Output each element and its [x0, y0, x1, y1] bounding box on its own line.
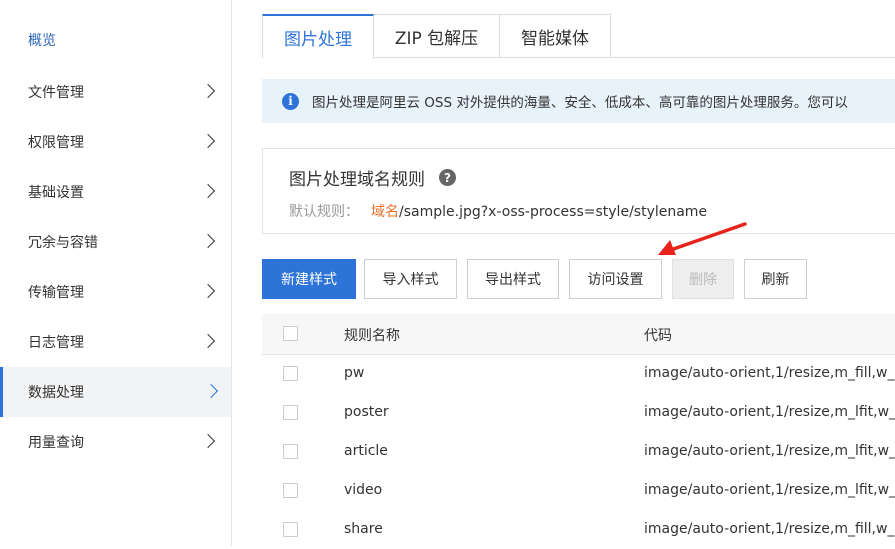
- sidebar-item-permission-management[interactable]: 权限管理: [0, 117, 231, 167]
- tab-bar: 图片处理 ZIP 包解压 智能媒体: [262, 14, 611, 58]
- row-checkbox[interactable]: [283, 483, 298, 498]
- sidebar-item-label: 传输管理: [28, 285, 84, 301]
- sidebar-item-redundancy[interactable]: 冗余与容错: [0, 217, 231, 267]
- info-text: 图片处理是阿里云 OSS 对外提供的海量、安全、低成本、高可靠的图片处理服务。您…: [312, 95, 848, 111]
- chevron-right-icon: [200, 333, 216, 349]
- sidebar-item-transfer-management[interactable]: 传输管理: [0, 267, 231, 317]
- table-row: video image/auto-orient,1/resize,m_lfit,…: [262, 471, 895, 510]
- chevron-right-icon: [200, 183, 216, 199]
- chevron-right-icon: [200, 133, 216, 149]
- sidebar-item-usage-query[interactable]: 用量查询: [0, 417, 231, 467]
- export-style-button[interactable]: 导出样式: [467, 259, 559, 299]
- table-row: share image/auto-orient,1/resize,m_fill,…: [262, 510, 895, 549]
- code-cell: image/auto-orient,1/resize,m_lfit,w_: [644, 443, 895, 459]
- rule-name-cell: video: [344, 482, 383, 498]
- chevron-right-icon: [200, 233, 216, 249]
- sidebar-item-label: 基础设置: [28, 185, 84, 201]
- sidebar-item-basic-settings[interactable]: 基础设置: [0, 167, 231, 217]
- domain-rule-panel: 图片处理域名规则 ? 默认规则： 域名/sample.jpg?x-oss-proc…: [262, 148, 895, 234]
- code-cell: image/auto-orient,1/resize,m_fill,w_: [644, 521, 895, 537]
- sidebar-item-data-processing[interactable]: 数据处理: [0, 367, 231, 417]
- access-settings-button[interactable]: 访问设置: [569, 259, 662, 299]
- row-checkbox[interactable]: [283, 405, 298, 420]
- tab-label: 智能媒体: [521, 28, 589, 49]
- column-header-code: 代码: [644, 328, 672, 344]
- table-row: article image/auto-orient,1/resize,m_lfi…: [262, 432, 895, 471]
- chevron-right-icon: [200, 283, 216, 299]
- new-style-button[interactable]: 新建样式: [262, 259, 356, 299]
- delete-button[interactable]: 删除: [672, 259, 734, 299]
- default-rule-label: 默认规则：: [289, 204, 359, 220]
- sidebar-item-label: 冗余与容错: [28, 235, 98, 251]
- tab-label: ZIP 包解压: [394, 28, 479, 49]
- code-cell: image/auto-orient,1/resize,m_fill,w_: [644, 365, 895, 381]
- sidebar-item-label: 权限管理: [28, 135, 84, 151]
- sidebar-item-label: 文件管理: [28, 85, 84, 101]
- row-checkbox[interactable]: [283, 366, 298, 381]
- table-header: 规则名称 代码: [262, 314, 895, 355]
- rule-name-cell: article: [344, 443, 388, 459]
- rule-name-cell: poster: [344, 404, 389, 420]
- chevron-right-icon: [200, 433, 216, 449]
- rule-domain: 域名: [371, 204, 399, 220]
- rule-title: 图片处理域名规则: [289, 170, 425, 190]
- table-row: poster image/auto-orient,1/resize,m_lfit…: [262, 393, 895, 432]
- tab-label: 图片处理: [284, 29, 352, 50]
- tab-zip-extract[interactable]: ZIP 包解压: [373, 14, 500, 57]
- annotation-arrow-icon: [658, 222, 747, 255]
- row-checkbox[interactable]: [283, 522, 298, 537]
- rule-name-cell: pw: [344, 365, 365, 381]
- refresh-button[interactable]: 刷新: [744, 259, 807, 299]
- column-header-rule-name: 规则名称: [344, 328, 400, 344]
- info-banner: i 图片处理是阿里云 OSS 对外提供的海量、安全、低成本、高可靠的图片处理服务…: [262, 79, 895, 123]
- sidebar-item-label: 日志管理: [28, 335, 84, 351]
- sidebar-item-log-management[interactable]: 日志管理: [0, 317, 231, 367]
- import-style-button[interactable]: 导入样式: [364, 259, 457, 299]
- chevron-right-icon: [203, 383, 219, 399]
- sidebar-item-overview[interactable]: 概览: [0, 15, 231, 65]
- question-icon[interactable]: ?: [439, 169, 456, 186]
- code-cell: image/auto-orient,1/resize,m_lfit,w_: [644, 482, 895, 498]
- tab-smart-media[interactable]: 智能媒体: [499, 14, 611, 57]
- select-all-checkbox[interactable]: [283, 326, 298, 341]
- code-cell: image/auto-orient,1/resize,m_lfit,w_: [644, 404, 895, 420]
- sidebar-item-label: 数据处理: [28, 385, 84, 401]
- sidebar-item-label: 概览: [28, 33, 56, 49]
- row-checkbox[interactable]: [283, 444, 298, 459]
- chevron-right-icon: [200, 83, 216, 99]
- sidebar: 概览 文件管理 权限管理 基础设置 冗余与容错 传输管理 日志管理 数据处理 用…: [0, 0, 232, 546]
- tab-image-processing[interactable]: 图片处理: [262, 14, 374, 58]
- sidebar-item-file-management[interactable]: 文件管理: [0, 67, 231, 117]
- info-icon: i: [282, 92, 299, 110]
- sidebar-item-label: 用量查询: [28, 435, 84, 451]
- table-row: pw image/auto-orient,1/resize,m_fill,w_: [262, 354, 895, 393]
- rule-name-cell: share: [344, 521, 383, 537]
